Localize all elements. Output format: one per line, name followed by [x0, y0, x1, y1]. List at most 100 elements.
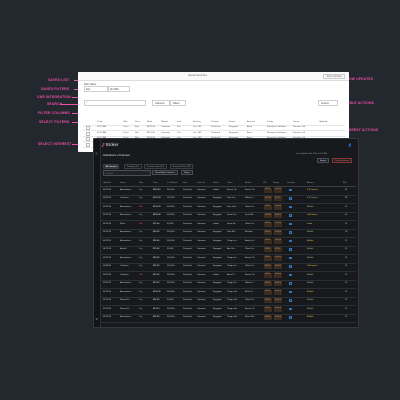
show-hide-columns-button[interactable]: Show/Hide Columns — [152, 170, 178, 176]
actions-cell[interactable]: 6.1K Interest — [307, 197, 318, 199]
tab-all-interests[interactable]: All Interests — [103, 164, 120, 170]
status-cell: Engaged — [213, 316, 222, 319]
table-actions-button[interactable]: Actions — [318, 100, 338, 106]
create-interest-button[interactable]: Create Interest — [332, 158, 353, 164]
actions-cell[interactable]: Bid Ask — [307, 316, 313, 318]
size-cell: Preferred — [183, 214, 192, 217]
menu-icon[interactable]: ☰ — [95, 152, 98, 156]
broker-cell: Robert L... — [245, 282, 255, 285]
tab-pending[interactable]: Pending (23) — [124, 164, 142, 170]
shares-cell: 900,000 — [167, 188, 175, 191]
updated-cell: 04/22/24 — [103, 248, 112, 251]
location-checkbox[interactable] — [289, 299, 292, 302]
saved-filter-select[interactable]: Feb — [84, 86, 108, 92]
actions-cell[interactable]: Bid Ask — [307, 282, 313, 284]
location-checkbox[interactable] — [289, 188, 292, 192]
shares-cell: 900,000 — [167, 290, 175, 293]
location-checkbox[interactable] — [289, 205, 292, 209]
broker-cell: Olivia Da... — [245, 222, 256, 225]
status-cell: Engaged — [213, 197, 222, 200]
light-search-input[interactable]: ⌕ — [84, 100, 146, 106]
location-checkbox[interactable] — [289, 290, 292, 294]
show-updates-button[interactable]: Show Updates — [323, 74, 345, 79]
price-cell: $83.00 — [153, 256, 160, 259]
actions-cell[interactable]: Bid Ask — [307, 248, 313, 250]
instr-cell: Common — [197, 222, 206, 225]
min-cell: 25 — [345, 248, 348, 251]
instr-cell: Common — [197, 231, 206, 234]
status-cell: Engaged — [213, 231, 222, 234]
cms-select[interactable]: All CMS — [108, 86, 130, 92]
location-checkbox[interactable] — [289, 214, 292, 217]
cis-pill: $98.00 — [264, 272, 272, 278]
interest-row[interactable]: 04/22/24 Automation... Buy $35.00 900,000 Pre… — [101, 314, 356, 323]
funge-pill: $77.00 — [274, 196, 282, 201]
ann-select-interest: SELECT INTEREST — [38, 142, 72, 146]
actions-cell[interactable]: Bid Ask — [307, 206, 313, 208]
client-cell: Things Ho... — [227, 290, 239, 293]
funge-pill: $104.00 — [274, 204, 282, 210]
broker-cell: Olivia Da... — [245, 265, 256, 268]
actions-cell[interactable]: Indied — [307, 223, 312, 225]
broker-cell: Robert L... — [245, 197, 255, 200]
location-checkbox[interactable] — [289, 316, 292, 319]
status-cell: Engaged — [213, 256, 222, 259]
issuer-cell: Automation... — [120, 316, 133, 319]
actions-cell[interactable]: Bid Ask — [307, 231, 313, 233]
price-cell: $29.40 — [153, 273, 160, 276]
actions-cell[interactable]: Bid Ask — [307, 299, 313, 301]
cis-pill: $98.00 — [264, 238, 272, 244]
cis-pill: $98.00 — [264, 247, 272, 252]
funge-pill: $100.00 — [274, 298, 282, 303]
tab-counter-issue[interactable]: Counter Issue (23) — [144, 164, 167, 170]
saved-list-title[interactable]: Saved Searches — [188, 74, 207, 77]
actions-cell[interactable]: 9.1K Interest — [307, 189, 318, 191]
light-cell: Common — [161, 131, 170, 134]
export-button[interactable]: Export — [317, 158, 330, 164]
min-cell: 25 — [345, 282, 348, 285]
funge-pill: $160.00 — [274, 230, 282, 235]
location-checkbox[interactable] — [289, 307, 292, 311]
updated-cell: 04/12/24 — [103, 299, 112, 302]
filters-button[interactable]: Filters — [181, 170, 193, 176]
funge-pill: $100.00 — [274, 187, 282, 193]
actions-cell[interactable]: Sold Interest — [307, 214, 318, 216]
issuer-cell: Cerebras — [120, 273, 129, 276]
broker-cell: Michael... — [245, 231, 254, 234]
location-checkbox[interactable] — [289, 265, 292, 268]
dark-window: ☰ ⚙ ▞ Broker 👤 Indications of Interest L… — [93, 138, 359, 328]
light-filters-button[interactable]: Filters — [170, 100, 186, 106]
actions-cell[interactable]: Bid Ask — [307, 240, 313, 242]
columns-button[interactable]: Columns — [152, 100, 170, 106]
ann-select-filters: SELECT FILTERS — [39, 119, 70, 124]
location-checkbox[interactable] — [289, 197, 292, 200]
tab-executed-prev[interactable]: Executed Prev (23) — [170, 164, 194, 170]
location-checkbox[interactable] — [289, 256, 292, 260]
user-icon[interactable]: 👤 — [348, 143, 352, 147]
settings-icon[interactable]: ⚙ — [95, 317, 98, 321]
actions-cell[interactable]: Bid Ask — [307, 274, 313, 276]
broker-cell: Olivia Da... — [245, 299, 256, 302]
actions-cell[interactable]: Bid Ask — [307, 308, 313, 310]
side-cell: Buy — [139, 307, 143, 310]
actions-cell[interactable]: Bid Ask — [307, 291, 313, 293]
search-input[interactable]: ⌕ Search — [103, 170, 151, 177]
location-checkbox[interactable] — [289, 239, 292, 243]
location-checkbox[interactable] — [289, 231, 292, 234]
funge-pill: $100.00 — [274, 264, 282, 269]
actions-cell[interactable]: Bid Ask — [307, 257, 313, 259]
min-cell: 25 — [345, 239, 348, 242]
light-cell: Engaged — [229, 131, 238, 134]
actions-cell[interactable]: Sold Interest — [307, 265, 318, 267]
updated-cell: 04/22/24 — [103, 205, 112, 208]
client-cell: Things Ho... — [227, 299, 239, 302]
funge-pill: $72.00 — [274, 247, 282, 252]
light-cell: Buy — [135, 126, 139, 128]
broker-cell: Jenn Ma... — [245, 214, 255, 217]
location-checkbox[interactable] — [289, 282, 292, 285]
location-checkbox[interactable] — [289, 222, 292, 226]
location-checkbox[interactable] — [289, 273, 292, 277]
updated-cell: 04/22/24 — [103, 239, 112, 242]
row-checkbox[interactable] — [86, 142, 91, 147]
location-checkbox[interactable] — [289, 248, 292, 251]
